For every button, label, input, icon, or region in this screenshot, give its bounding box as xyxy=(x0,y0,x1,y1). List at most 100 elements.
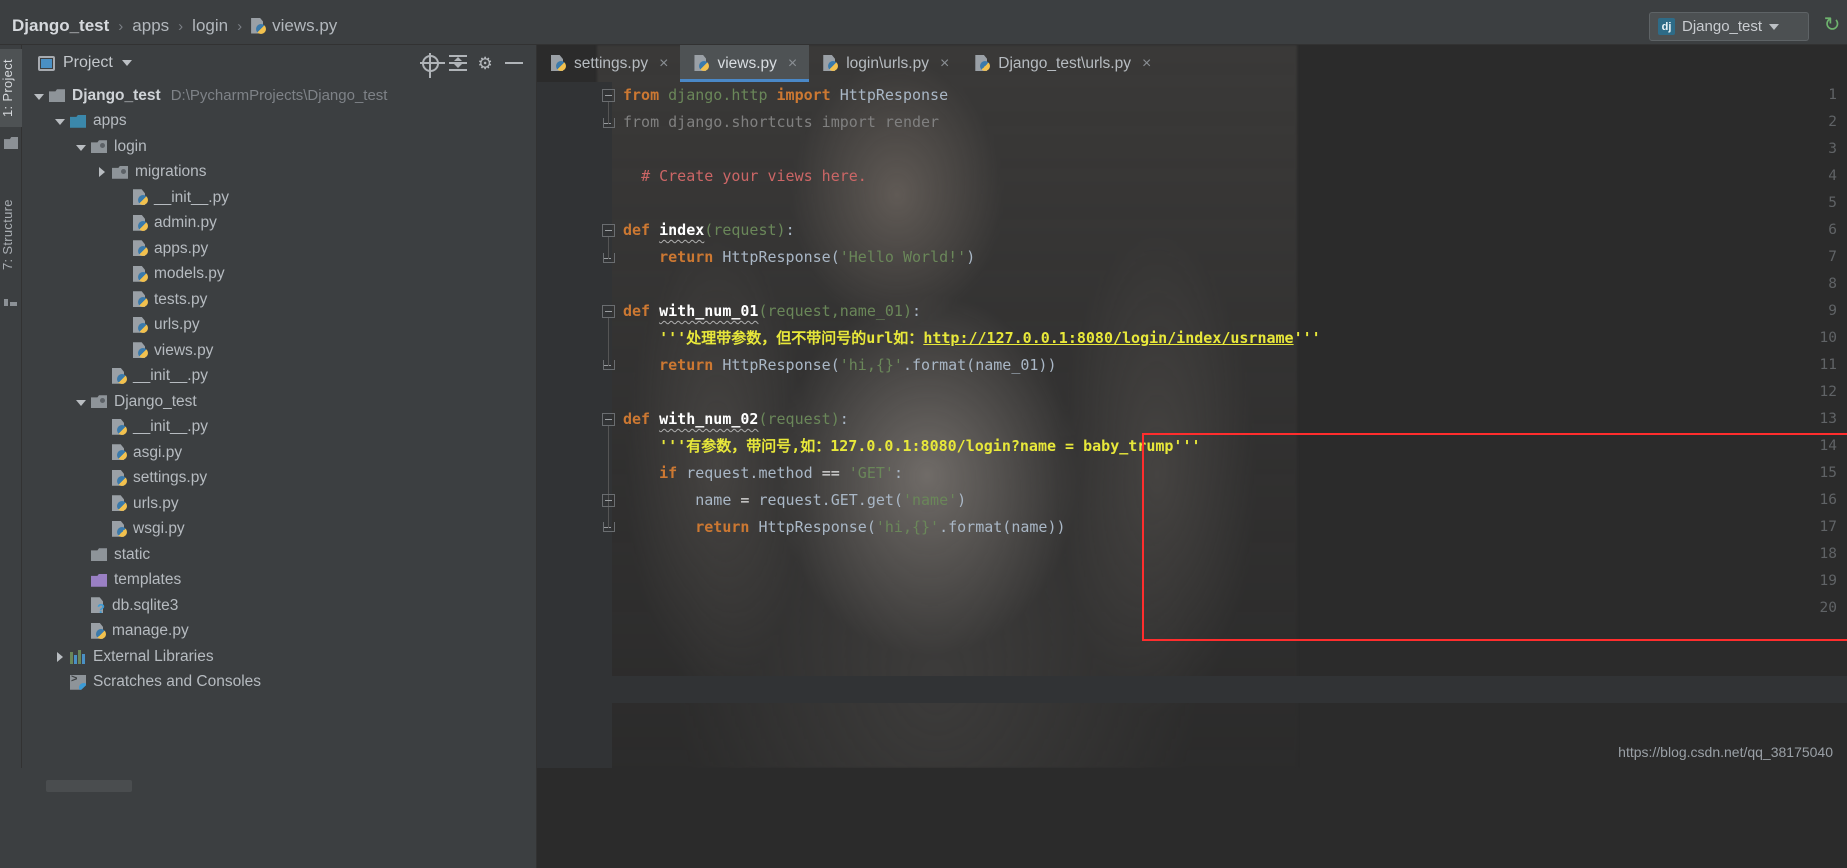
tree-item-views-py[interactable]: views.py xyxy=(22,338,536,364)
code-line[interactable]: '''有参数，带问号,如：127.0.0.1:8080/login?name =… xyxy=(623,433,1847,460)
tree-item-models-py[interactable]: models.py xyxy=(22,262,536,288)
tree-item-external-libraries[interactable]: External Libraries xyxy=(22,644,536,670)
close-icon[interactable]: × xyxy=(788,55,797,73)
refresh-icon[interactable]: ↻ xyxy=(1821,14,1843,36)
code-text[interactable]: from django.http import HttpResponse from… xyxy=(623,82,1847,622)
hide-panel-button[interactable] xyxy=(500,49,528,77)
tree-item-migrations[interactable]: migrations xyxy=(22,160,536,186)
collapse-all-button[interactable] xyxy=(444,49,472,77)
tree-item-admin-py[interactable]: admin.py xyxy=(22,211,536,237)
run-configuration-selector[interactable]: dj Django_test xyxy=(1649,12,1809,41)
close-icon[interactable]: × xyxy=(940,55,949,73)
breadcrumb-item-views[interactable]: views.py xyxy=(251,16,337,36)
twist-spacer xyxy=(95,369,109,383)
editor-tab-label: settings.py xyxy=(574,54,649,72)
locate-target-icon xyxy=(419,52,445,78)
code-editor[interactable]: 1 2 3 4 5 6 7 8 9 10 11 12 13 14 15 16 17 18 19 20 from dja… xyxy=(537,82,1847,768)
chevron-right-icon[interactable] xyxy=(53,650,67,664)
close-icon[interactable]: × xyxy=(1142,55,1151,73)
fold-line xyxy=(608,318,609,366)
sidebar-item-structure-tab[interactable]: 7: Structure xyxy=(0,187,22,283)
code-line[interactable]: name = request.GET.get('name') xyxy=(623,487,1847,514)
tree-item-templates[interactable]: templates xyxy=(22,568,536,594)
fold-marker[interactable] xyxy=(602,413,615,426)
tree-item-__init__-py[interactable]: __init__.py xyxy=(22,364,536,390)
fold-marker[interactable] xyxy=(602,494,615,507)
code-line[interactable] xyxy=(623,379,1847,406)
tree-item-scratches-and-consoles[interactable]: Scratches and Consoles xyxy=(22,670,536,696)
twist-spacer xyxy=(74,599,88,613)
tree-item-__init__-py[interactable]: __init__.py xyxy=(22,415,536,441)
unknown-file-icon xyxy=(91,597,106,616)
code-line[interactable]: def with_num_02(request): xyxy=(623,406,1847,433)
code-line[interactable]: return HttpResponse('hi,{}'.format(name)… xyxy=(623,514,1847,541)
code-line[interactable]: # Create your views here. xyxy=(623,163,1847,190)
tree-item-label: urls.py xyxy=(133,494,179,512)
breadcrumb-item-apps[interactable]: apps xyxy=(132,16,169,36)
editor-tab-django_test-urls-py[interactable]: Django_test\urls.py × xyxy=(961,45,1163,82)
code-line[interactable] xyxy=(623,595,1847,622)
chevron-down-icon[interactable] xyxy=(53,114,67,128)
project-tree[interactable]: Django_test D:\PycharmProjects\Django_tes… xyxy=(22,81,536,695)
tree-item-apps-py[interactable]: apps.py xyxy=(22,236,536,262)
editor-tab-settings-py[interactable]: settings.py × xyxy=(537,45,680,82)
code-line[interactable]: return HttpResponse('hi,{}'.format(name_… xyxy=(623,352,1847,379)
code-line[interactable] xyxy=(623,271,1847,298)
code-line[interactable]: from django.shortcuts import render xyxy=(623,109,1847,136)
tree-item-django_test[interactable]: Django_test D:\PycharmProjects\Django_tes… xyxy=(22,83,536,109)
tree-item-login[interactable]: login xyxy=(22,134,536,160)
sidebar-item-project-tab[interactable]: 1: Project xyxy=(0,49,22,127)
code-line[interactable] xyxy=(623,136,1847,163)
editor-tab-label: views.py xyxy=(717,54,777,72)
status-bar-editor xyxy=(537,768,1847,868)
fold-line xyxy=(608,102,609,124)
tree-item-urls-py[interactable]: urls.py xyxy=(22,313,536,339)
chevron-down-icon[interactable] xyxy=(121,60,132,66)
editor-tab-bar[interactable]: settings.py × views.py × login\urls.py × Djang… xyxy=(537,45,1847,82)
editor-tab-views-py[interactable]: views.py × xyxy=(680,45,810,82)
breadcrumb-label: apps xyxy=(132,16,170,35)
locate-target-button[interactable] xyxy=(416,49,445,78)
code-line[interactable]: return HttpResponse('Hello World!') xyxy=(623,244,1847,271)
tree-item-urls-py[interactable]: urls.py xyxy=(22,491,536,517)
fold-line xyxy=(608,426,609,528)
tree-item-label: tests.py xyxy=(154,290,208,308)
chevron-down-icon[interactable] xyxy=(74,395,88,409)
code-folding-column[interactable] xyxy=(600,82,618,768)
tree-item-__init__-py[interactable]: __init__.py xyxy=(22,185,536,211)
tree-item-apps[interactable]: apps xyxy=(22,109,536,135)
code-line[interactable] xyxy=(623,190,1847,217)
chevron-right-icon[interactable] xyxy=(95,165,109,179)
code-line[interactable] xyxy=(623,568,1847,595)
breadcrumb-item-project[interactable]: Django_test xyxy=(12,16,109,36)
chevron-down-icon[interactable] xyxy=(1769,23,1780,30)
chevron-down-icon[interactable] xyxy=(32,89,46,103)
fold-marker[interactable] xyxy=(602,89,615,102)
tree-item-asgi-py[interactable]: asgi.py xyxy=(22,440,536,466)
tree-item-wsgi-py[interactable]: wsgi.py xyxy=(22,517,536,543)
status-chip xyxy=(46,780,132,792)
tree-item-label: urls.py xyxy=(154,316,200,334)
editor-tab-login-urls-py[interactable]: login\urls.py × xyxy=(809,45,961,82)
breadcrumb-item-login[interactable]: login xyxy=(192,16,228,36)
tree-item-db-sqlite3[interactable]: db.sqlite3 xyxy=(22,593,536,619)
code-line[interactable]: def with_num_01(request,name_01): xyxy=(623,298,1847,325)
chevron-down-icon[interactable] xyxy=(74,140,88,154)
fold-marker[interactable] xyxy=(602,224,615,237)
gear-icon: ⚙ xyxy=(477,53,493,73)
code-line[interactable] xyxy=(623,541,1847,568)
tree-item-manage-py[interactable]: manage.py xyxy=(22,619,536,645)
code-line[interactable]: '''处理带参数，但不带问号的url如：http://127.0.0.1:808… xyxy=(623,325,1847,352)
tree-item-settings-py[interactable]: settings.py xyxy=(22,466,536,492)
tree-item-tests-py[interactable]: tests.py xyxy=(22,287,536,313)
code-line[interactable]: def index(request): xyxy=(623,217,1847,244)
python-file-icon xyxy=(133,317,148,334)
tree-item-static[interactable]: static xyxy=(22,542,536,568)
tree-item-django_test[interactable]: Django_test xyxy=(22,389,536,415)
code-line[interactable]: if request.method == 'GET': xyxy=(623,460,1847,487)
close-icon[interactable]: × xyxy=(659,55,668,73)
code-line[interactable]: from django.http import HttpResponse xyxy=(623,82,1847,109)
tree-item-label: views.py xyxy=(154,341,214,359)
fold-marker[interactable] xyxy=(602,305,615,318)
settings-button[interactable]: ⚙ xyxy=(472,49,500,77)
